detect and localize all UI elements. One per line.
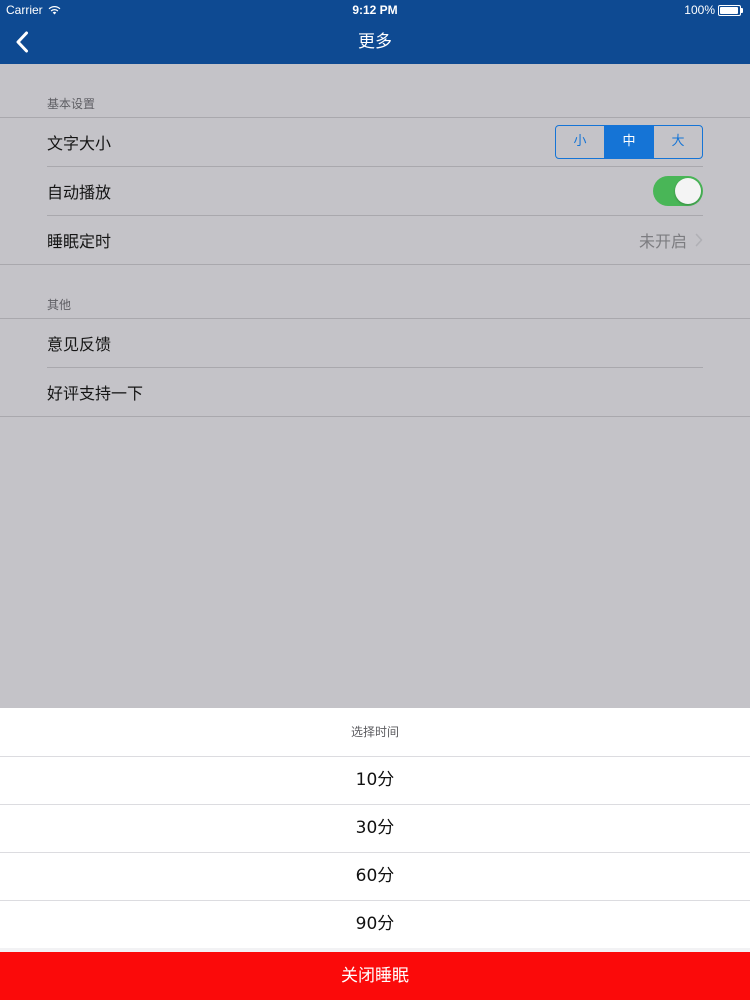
settings-group-basic: 文字大小 小 中 大 自动播放 睡眠定时 未开启 <box>0 117 750 265</box>
battery-icon <box>718 4 744 16</box>
timer-option-60[interactable]: 60分 <box>0 852 750 900</box>
battery-percent: 100% <box>684 3 715 17</box>
chevron-right-icon <box>695 233 703 247</box>
close-sleep-button[interactable]: 关闭睡眠 <box>0 952 750 1000</box>
timer-option-30[interactable]: 30分 <box>0 804 750 852</box>
rate-app-row[interactable]: 好评支持一下 <box>47 367 703 416</box>
sleep-timer-value: 未开启 <box>638 232 687 251</box>
toggle-knob <box>675 178 701 204</box>
action-sheet-title: 选择时间 <box>0 708 750 756</box>
section-header-basic: 基本设置 <box>47 97 96 111</box>
chevron-left-icon <box>16 31 28 53</box>
status-bar: Carrier 9:12 PM 100% <box>0 0 750 20</box>
autoplay-label: 自动播放 <box>47 183 112 202</box>
status-time: 9:12 PM <box>352 3 398 17</box>
back-button[interactable] <box>6 26 38 58</box>
font-size-large-option[interactable]: 大 <box>653 126 702 158</box>
status-right: 100% <box>684 3 744 17</box>
nav-bar: 更多 <box>0 20 750 64</box>
feedback-row[interactable]: 意见反馈 <box>47 319 703 367</box>
rate-app-label: 好评支持一下 <box>47 384 144 403</box>
settings-group-other: 意见反馈 好评支持一下 <box>0 318 750 417</box>
autoplay-row: 自动播放 <box>47 166 703 215</box>
section-header-other: 其他 <box>47 298 72 312</box>
sleep-timer-label: 睡眠定时 <box>47 232 112 251</box>
page-title: 更多 <box>358 32 392 52</box>
sleep-timer-action-sheet: 选择时间 10分 30分 60分 90分 关闭睡眠 <box>0 708 750 1000</box>
timer-option-10[interactable]: 10分 <box>0 756 750 804</box>
font-size-segmented-control: 小 中 大 <box>555 125 703 159</box>
font-size-row: 文字大小 小 中 大 <box>47 118 703 166</box>
font-size-medium-option[interactable]: 中 <box>604 126 653 158</box>
font-size-label: 文字大小 <box>47 134 112 153</box>
feedback-label: 意见反馈 <box>47 335 112 354</box>
sleep-timer-row[interactable]: 睡眠定时 未开启 <box>47 215 703 264</box>
autoplay-toggle[interactable] <box>653 176 703 206</box>
font-size-small-option[interactable]: 小 <box>556 126 604 158</box>
timer-option-90[interactable]: 90分 <box>0 900 750 948</box>
